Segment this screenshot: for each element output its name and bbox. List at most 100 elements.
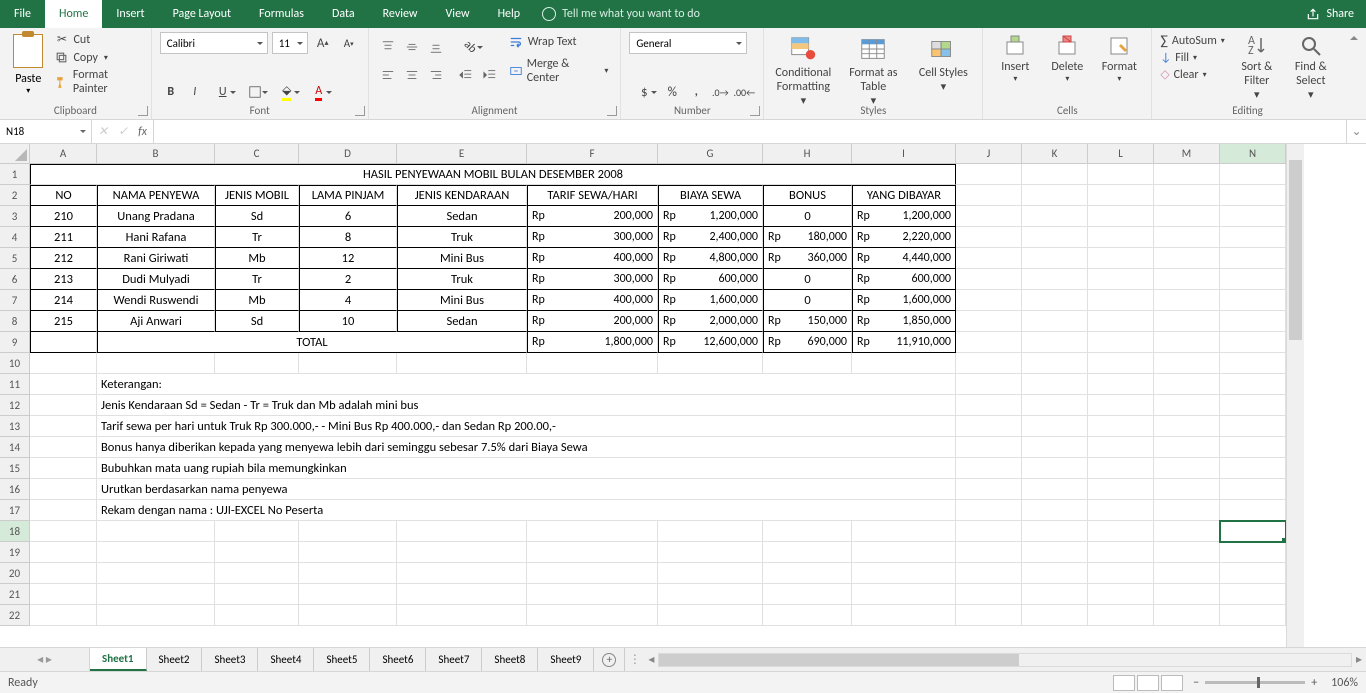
row-header-22[interactable]: 22 [0, 605, 30, 626]
cell[interactable] [30, 458, 97, 479]
cell[interactable]: Rp600,000 [658, 269, 763, 290]
align-left-button[interactable] [377, 64, 399, 86]
col-header-H[interactable]: H [763, 144, 852, 164]
cell[interactable] [1154, 374, 1220, 395]
cell[interactable] [1088, 164, 1154, 185]
cell[interactable] [1154, 248, 1220, 269]
cell[interactable] [1154, 332, 1220, 353]
cell[interactable] [956, 458, 1022, 479]
cell[interactable] [1088, 374, 1154, 395]
cell[interactable] [956, 563, 1022, 584]
cell[interactable] [956, 353, 1022, 374]
cell[interactable] [1022, 269, 1088, 290]
tab-data[interactable]: Data [318, 0, 369, 28]
col-header-J[interactable]: J [956, 144, 1022, 164]
border-button[interactable] [240, 81, 270, 103]
cell[interactable] [1154, 479, 1220, 500]
cell[interactable] [1022, 416, 1088, 437]
cell[interactable] [1022, 227, 1088, 248]
cell[interactable] [956, 605, 1022, 626]
cell[interactable] [299, 542, 397, 563]
cell[interactable] [215, 563, 299, 584]
cell[interactable]: Rp1,200,000 [658, 206, 763, 227]
cell[interactable]: Rp2,400,000 [658, 227, 763, 248]
cell[interactable] [1088, 185, 1154, 206]
row-header-12[interactable]: 12 [0, 395, 30, 416]
sheet-tab-Sheet2[interactable]: Sheet2 [147, 648, 203, 671]
cell[interactable] [397, 563, 527, 584]
cell[interactable] [299, 521, 397, 542]
cell[interactable] [956, 374, 1022, 395]
col-header-G[interactable]: G [658, 144, 763, 164]
cell[interactable] [956, 584, 1022, 605]
row-header-3[interactable]: 3 [0, 206, 30, 227]
cell[interactable] [527, 605, 658, 626]
tab-insert[interactable]: Insert [102, 0, 158, 28]
cell[interactable] [1220, 479, 1286, 500]
comma-button[interactable]: , [685, 81, 707, 103]
cell[interactable] [1088, 227, 1154, 248]
cell[interactable] [956, 542, 1022, 563]
cell[interactable] [299, 563, 397, 584]
header-cell[interactable]: NO [30, 185, 97, 206]
cell[interactable] [30, 605, 97, 626]
cell[interactable] [1022, 500, 1088, 521]
format-as-table-button[interactable]: Format as Table ▾ [842, 32, 904, 107]
dialog-launcher[interactable] [750, 106, 760, 116]
cell[interactable] [1220, 374, 1286, 395]
wrap-text-button[interactable]: Wrap Text [505, 32, 613, 51]
decrease-indent-button[interactable] [455, 64, 477, 86]
row-header-2[interactable]: 2 [0, 185, 30, 206]
cell[interactable] [1022, 353, 1088, 374]
cell[interactable] [1088, 416, 1154, 437]
cell[interactable] [527, 563, 658, 584]
row-header-20[interactable]: 20 [0, 563, 30, 584]
paste-button[interactable]: Paste▾ [8, 32, 48, 96]
tab-view[interactable]: View [432, 0, 484, 28]
cell[interactable] [97, 353, 215, 374]
cell[interactable] [1022, 332, 1088, 353]
header-cell[interactable]: BIAYA SEWA [658, 185, 763, 206]
align-bottom-button[interactable] [425, 36, 447, 58]
cell[interactable] [1022, 311, 1088, 332]
cell[interactable] [658, 605, 763, 626]
row-header-4[interactable]: 4 [0, 227, 30, 248]
cell[interactable]: Rp1,800,000 [527, 332, 658, 353]
cell[interactable] [30, 437, 97, 458]
note-cell[interactable]: Rekam dengan nama : UJI-EXCEL No Peserta [97, 500, 956, 521]
cell[interactable] [956, 395, 1022, 416]
cell[interactable] [852, 584, 956, 605]
cell[interactable] [30, 584, 97, 605]
cell[interactable]: Wendi Ruswendi [97, 290, 215, 311]
cell[interactable] [397, 605, 527, 626]
col-header-A[interactable]: A [30, 144, 97, 164]
note-cell[interactable]: Jenis Kendaraan Sd = Sedan - Tr = Truk d… [97, 395, 956, 416]
cell[interactable] [1220, 605, 1286, 626]
cell[interactable] [956, 269, 1022, 290]
align-center-button[interactable] [401, 64, 423, 86]
cell[interactable]: 10 [299, 311, 397, 332]
cell[interactable] [1220, 458, 1286, 479]
tell-me-search[interactable]: Tell me what you want to do [542, 0, 700, 28]
header-cell[interactable]: JENIS MOBIL [215, 185, 299, 206]
cell[interactable] [956, 416, 1022, 437]
find-select-button[interactable]: Find & Select ▾ [1287, 32, 1335, 101]
row-header-8[interactable]: 8 [0, 311, 30, 332]
cell[interactable] [1088, 290, 1154, 311]
cell[interactable] [215, 605, 299, 626]
sheet-tab-Sheet4[interactable]: Sheet4 [258, 648, 314, 671]
cell[interactable]: 12 [299, 248, 397, 269]
cell[interactable] [1088, 563, 1154, 584]
sheet-nav-arrows[interactable]: ◂ ▸ [0, 648, 90, 671]
note-cell[interactable]: Urutkan berdasarkan nama penyewa [97, 479, 956, 500]
italic-button[interactable]: I [184, 81, 206, 103]
cell[interactable] [1088, 311, 1154, 332]
cell[interactable] [1088, 395, 1154, 416]
header-cell[interactable]: BONUS [763, 185, 852, 206]
col-header-N[interactable]: N [1220, 144, 1286, 164]
cell[interactable] [1022, 185, 1088, 206]
cell[interactable] [1154, 185, 1220, 206]
row-header-6[interactable]: 6 [0, 269, 30, 290]
cell[interactable] [1220, 416, 1286, 437]
cell[interactable] [1154, 353, 1220, 374]
